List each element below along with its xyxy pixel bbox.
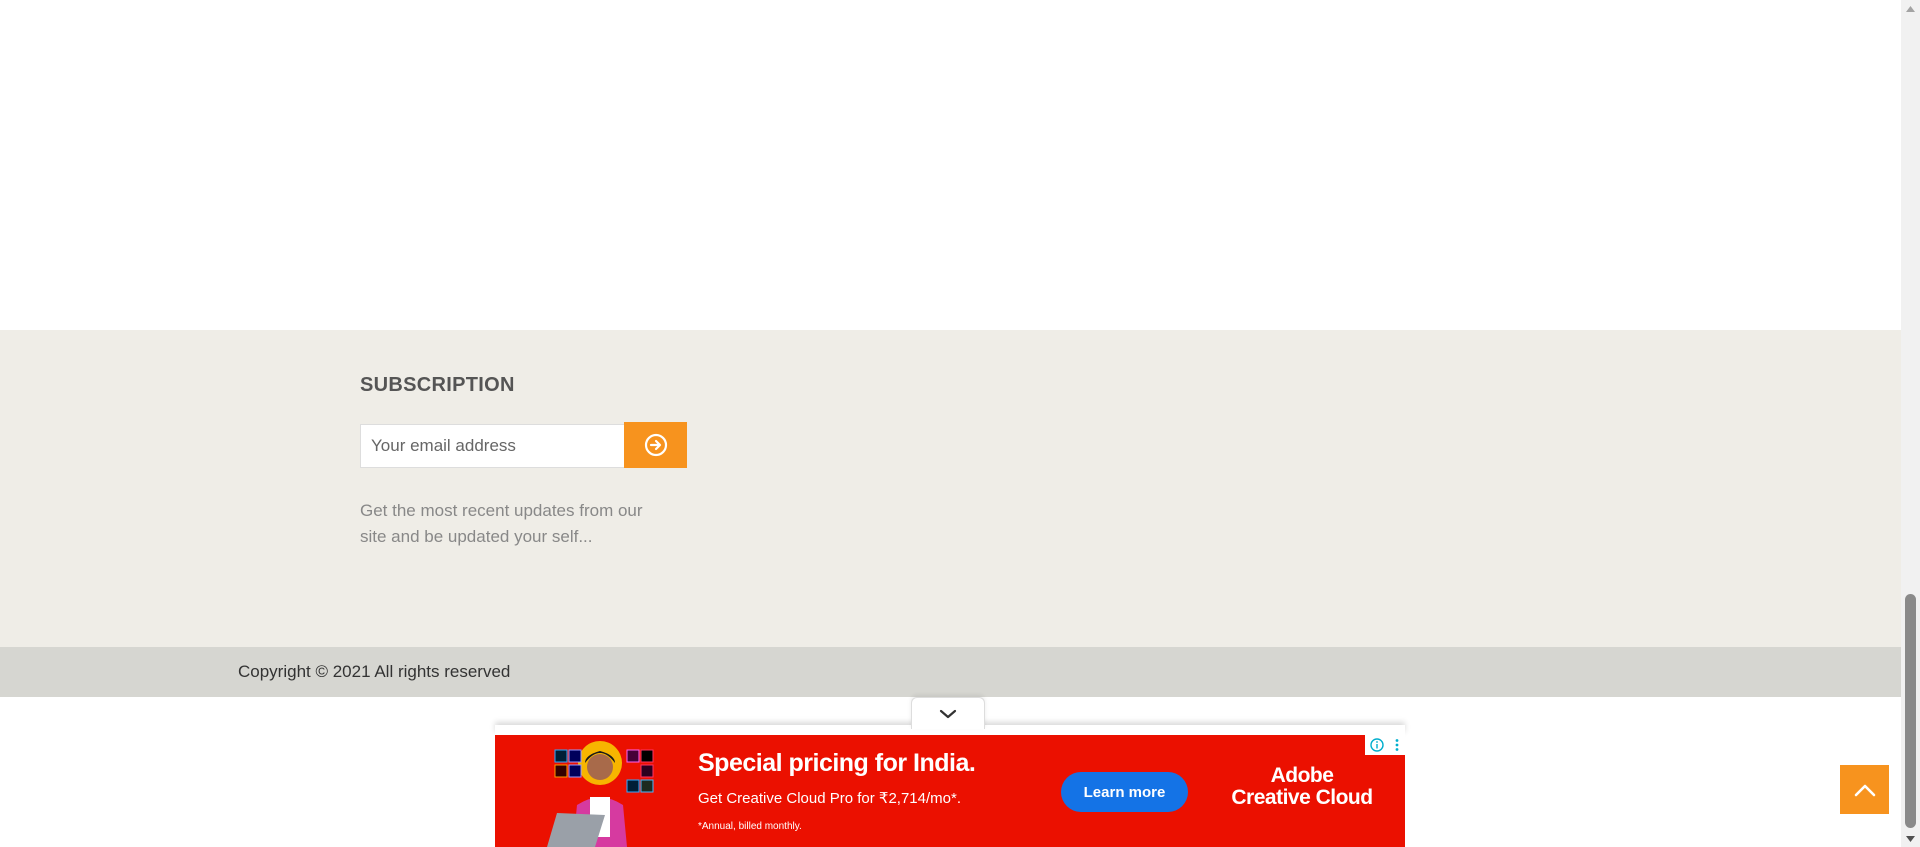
scroll-up-arrow[interactable] [1901,0,1920,17]
arrow-circle-right-icon [644,433,667,457]
copyright-text: Copyright © 2021 All rights reserved [238,662,511,681]
content-area-blank [0,0,1901,330]
page: SUBSCRIPTION Get the most recent updates… [0,0,1920,847]
ad-brand-line2: Creative Cloud [1231,786,1373,809]
chevron-down-icon [939,709,957,718]
subscription-title: SUBSCRIPTION [360,374,515,396]
vertical-scrollbar[interactable] [1901,0,1920,847]
subscription-description: Get the most recent updates from our sit… [360,501,643,546]
triangle-down-icon [1906,835,1915,842]
scroll-down-arrow[interactable] [1901,830,1920,847]
ad-learn-more-button[interactable]: Learn more [1061,772,1188,812]
more-vertical-icon[interactable] [1394,738,1400,752]
info-icon[interactable] [1370,738,1384,752]
ad-brand-line1: Adobe [1270,764,1334,787]
ad-artwork [547,741,654,847]
triangle-up-icon [1906,5,1915,12]
subscribe-button[interactable] [624,422,687,468]
scroll-to-top-button[interactable] [1840,765,1889,814]
scrollbar-thumb[interactable] [1905,594,1916,828]
chevron-up-icon [1854,784,1875,796]
ad-choices[interactable] [1365,735,1405,755]
ad-note: *Annual, billed monthly. [698,821,802,832]
subscription-section [0,330,1901,647]
ad-brand-logo: Adobe Creative Cloud [1217,765,1387,809]
ad-headline: Special pricing for India. [698,749,976,777]
email-input[interactable] [360,424,625,468]
ad-collapse-button[interactable] [911,697,985,729]
ad-subtext: Get Creative Cloud Pro for ₹2,714/mo*. [698,790,961,807]
ad-banner[interactable]: Special pricing for India. Get Creative … [495,735,1405,847]
